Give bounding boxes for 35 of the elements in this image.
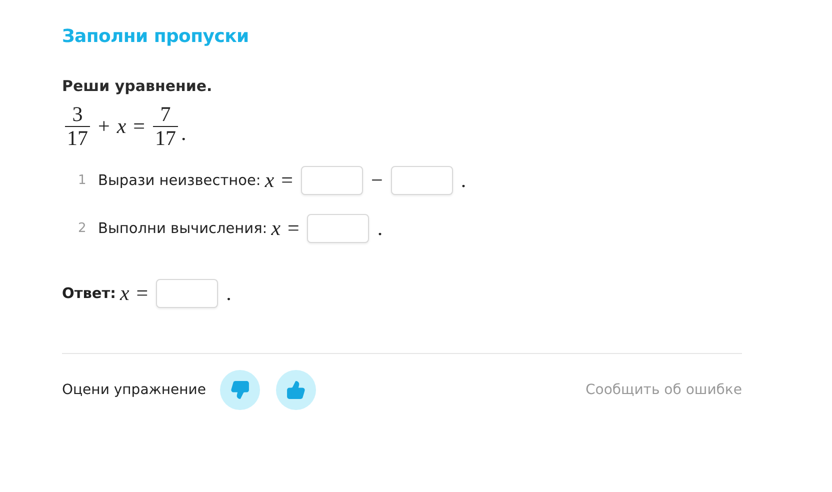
- math-sign: .: [181, 121, 186, 146]
- rate-label: Оцени упражнение: [62, 382, 206, 398]
- math-sign: .: [377, 216, 383, 242]
- math-sign: =: [136, 281, 148, 306]
- numerator: 7: [159, 103, 172, 126]
- math-variable: x: [264, 168, 274, 194]
- math-sign: =: [133, 114, 146, 140]
- math-sign: −: [370, 168, 383, 194]
- like-button[interactable]: [276, 370, 316, 410]
- step-label: Вырази неизвестное:: [98, 172, 261, 189]
- step-label: Выполни вычисления:: [98, 220, 268, 237]
- answer-label: Ответ:: [62, 286, 116, 302]
- answer-field[interactable]: [300, 166, 363, 196]
- report-error-link[interactable]: Сообщить об ошибке: [585, 382, 742, 398]
- answer-field[interactable]: [307, 214, 370, 244]
- thumbs-up-icon: [286, 380, 306, 400]
- math-variable: x: [116, 114, 126, 140]
- task-text: Реши уравнение.: [62, 77, 214, 95]
- answer-field[interactable]: [156, 279, 218, 308]
- step-number: 2: [78, 221, 88, 236]
- math-variable: x: [271, 216, 281, 242]
- exercise-title: Заполни пропуски: [62, 26, 250, 47]
- math-variable: x: [120, 281, 130, 306]
- step-number: 1: [78, 173, 88, 188]
- math-sign: =: [288, 216, 300, 242]
- denominator: 17: [66, 127, 89, 150]
- denominator: 17: [154, 127, 178, 150]
- math-sign: =: [281, 168, 293, 194]
- math-sign: +: [98, 114, 110, 140]
- thumbs-down-icon: [230, 380, 250, 400]
- numerator: 3: [71, 103, 84, 126]
- dislike-button[interactable]: [220, 370, 260, 410]
- math-sign: .: [226, 281, 232, 306]
- math-sign: .: [460, 168, 466, 194]
- answer-field[interactable]: [390, 166, 453, 196]
